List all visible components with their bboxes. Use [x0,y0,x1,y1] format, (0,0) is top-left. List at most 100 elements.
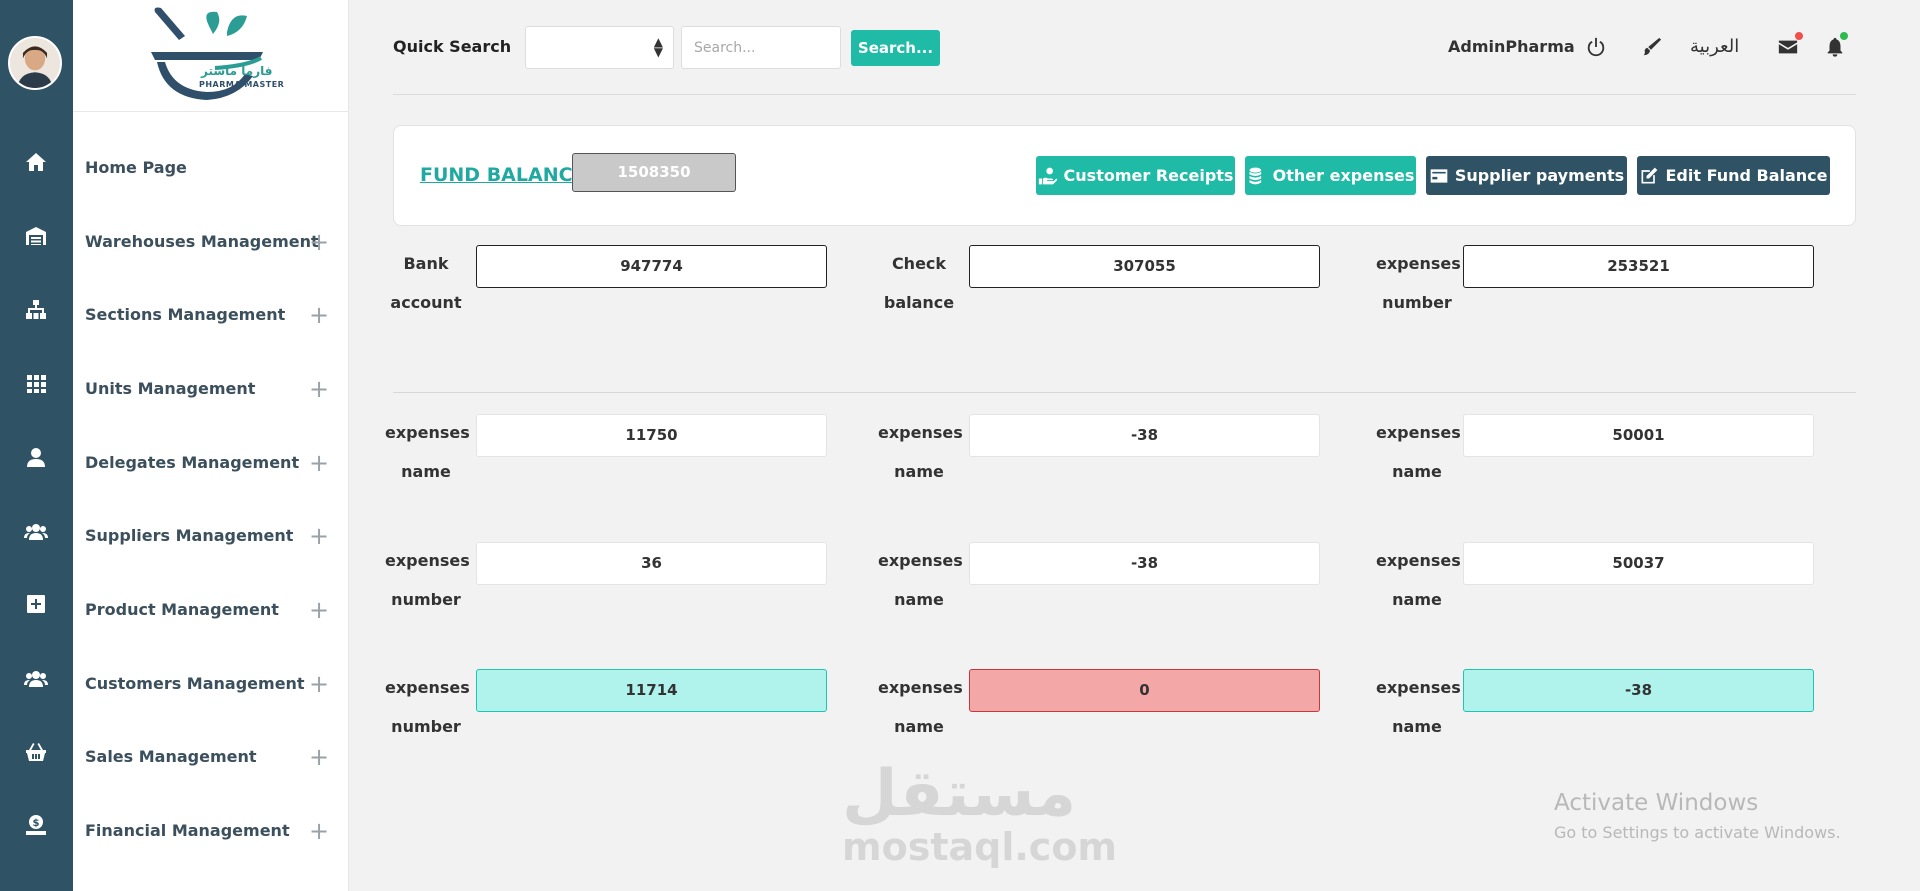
search-input[interactable] [681,26,841,69]
expand-plus-icon[interactable]: + [309,596,329,624]
sidebar-item-products[interactable]: Product Management + [73,592,349,632]
expand-plus-icon[interactable]: + [309,228,329,256]
field-label: expenses number [1376,244,1461,322]
sidebar-item-financial[interactable]: Financial Management + [73,813,349,853]
brand-name-arabic: فارما ماستر [201,64,273,78]
bank-account-value: 947774 [476,245,827,288]
label-line-1: expenses [878,423,963,442]
avatar[interactable] [8,36,62,90]
envelope-icon[interactable] [1777,36,1799,58]
language-switch[interactable]: العربية [1690,36,1739,57]
label-line-1: expenses [878,678,963,697]
sidebar-item-delegates[interactable]: Delegates Management + [73,445,349,485]
expense-value: 36 [476,542,827,585]
user-icon[interactable] [22,443,50,471]
fund-balance-value: 1508350 [572,153,736,192]
expense-value-alert: 0 [969,669,1320,712]
label-line-2: name [1392,462,1442,481]
expand-plus-icon[interactable]: + [309,522,329,550]
select-arrows-icon: ▲ ▼ [653,35,663,59]
sidebar-item-units[interactable]: Units Management + [73,371,349,411]
label-line-1: expenses [1376,254,1461,273]
credit-card-icon [1430,168,1448,183]
sidebar-item-label: Units Management [85,379,256,398]
watermark-arabic: مستقل [842,757,1077,831]
label-line-2: name [1392,590,1442,609]
sidebar-item-label: Customers Management [85,674,305,693]
users-icon[interactable] [22,517,50,545]
other-expenses-button[interactable]: Other expenses [1245,156,1416,195]
expand-plus-icon[interactable]: + [309,375,329,403]
customer-receipts-button[interactable]: Customer Receipts [1036,156,1235,195]
warehouse-icon[interactable] [22,222,50,250]
label-line-1: expenses [878,551,963,570]
edit-fund-balance-button[interactable]: Edit Fund Balance [1637,156,1830,195]
username[interactable]: AdminPharma [1448,37,1575,56]
activate-windows-title: Activate Windows [1554,790,1759,816]
button-label: Supplier payments [1454,166,1625,185]
expand-plus-icon[interactable]: + [309,670,329,698]
field-label: expenses name [878,541,963,619]
users-icon[interactable] [22,664,50,692]
money-icon[interactable]: $ [22,811,50,839]
plus-square-icon[interactable] [22,590,50,618]
fund-balance-title[interactable]: FUND BALANCE [420,164,586,186]
expense-value-highlight: 11714 [476,669,827,712]
quick-search-label: Quick Search [393,37,512,56]
label-line-2: name [401,462,451,481]
label-line-1: expenses [1376,423,1461,442]
sidebar-item-warehouses[interactable]: Warehouses Management + [73,224,349,264]
sidebar-item-label: Product Management [85,600,279,619]
sidebar-item-home[interactable]: Home Page [73,150,349,190]
sidebar-item-sales[interactable]: Sales Management + [73,739,349,779]
label-line-2: balance [883,293,955,312]
expand-plus-icon[interactable]: + [309,817,329,845]
power-icon[interactable] [1585,36,1607,58]
brand-name-english: PHARMA MASTER [199,80,285,89]
notification-dot [1840,32,1848,40]
button-label: Edit Fund Balance [1665,166,1828,185]
section-divider [393,392,1856,393]
expand-plus-icon[interactable]: + [309,301,329,329]
expand-plus-icon[interactable]: + [309,449,329,477]
expand-plus-icon[interactable]: + [309,743,329,771]
label-line-2: account [390,293,462,312]
supplier-payments-button[interactable]: Supplier payments [1426,156,1627,195]
activate-windows-subtitle: Go to Settings to activate Windows. [1554,823,1841,842]
label-line-1: expenses [1376,678,1461,697]
grid-icon[interactable] [22,369,50,397]
sidebar-item-label: Suppliers Management [85,526,294,545]
label-line-2: name [894,462,944,481]
brand-logo[interactable]: فارما ماستر PHARMA MASTER [73,0,349,112]
header-divider [393,94,1856,95]
paint-brush-icon[interactable] [1640,36,1662,58]
label-line-2: name [894,717,944,736]
label-line-1: expenses [385,423,470,442]
field-label: expenses number [385,541,470,619]
sidebar-item-suppliers[interactable]: Suppliers Management + [73,518,349,558]
label-line-2: number [391,590,461,609]
sitemap-icon[interactable] [22,296,50,324]
watermark-english: mostaql.com [842,825,1118,869]
expense-value: 11750 [476,414,827,457]
label-line-1: Bank [403,254,449,273]
sidebar-item-sections[interactable]: Sections Management + [73,297,349,337]
unread-mail-dot [1795,32,1803,40]
field-label: expenses name [878,668,963,746]
search-button[interactable]: Search... [851,30,940,66]
expense-value-highlight: -38 [1463,669,1814,712]
field-label: Bank account [385,244,467,322]
edit-icon [1641,167,1658,183]
field-label: expenses name [878,413,963,491]
sidebar-item-customers[interactable]: Customers Management + [73,666,349,706]
label-line-1: expenses [385,551,470,570]
field-label: expenses name [1376,413,1461,491]
sidebar-item-label: Delegates Management [85,453,300,472]
sidebar-item-label: Warehouses Management [85,232,319,251]
check-balance-value: 307055 [969,245,1320,288]
expense-value: -38 [969,542,1320,585]
field-label: expenses number [385,668,470,746]
quick-search-select[interactable]: ▲ ▼ [525,26,674,69]
basket-icon[interactable] [22,738,50,766]
home-icon[interactable] [22,148,50,176]
